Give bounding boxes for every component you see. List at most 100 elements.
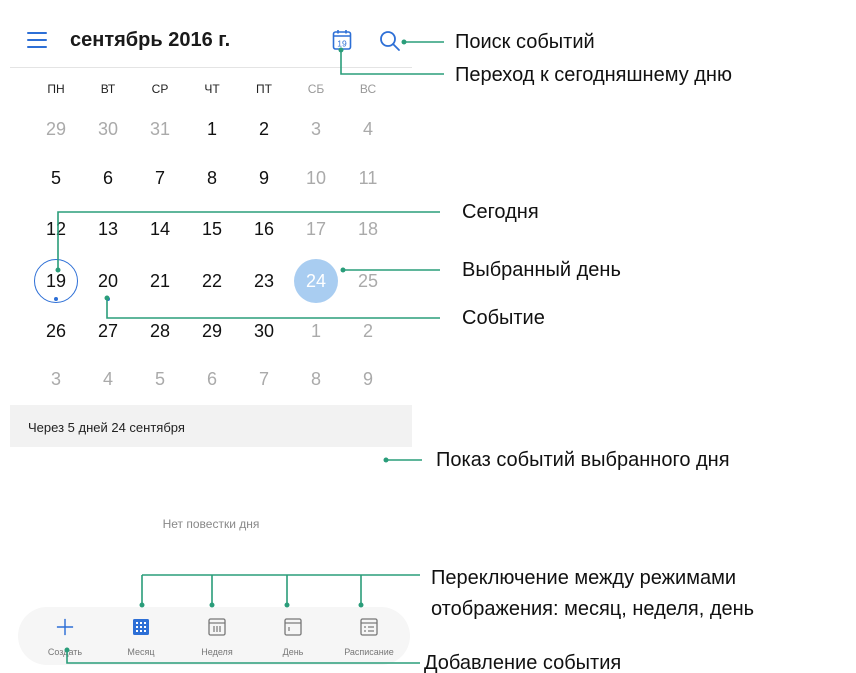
day-cell[interactable]: 30 (82, 103, 134, 155)
schedule-label: Расписание (344, 647, 394, 657)
day-label: День (282, 647, 304, 657)
day-cell[interactable]: 17 (290, 203, 342, 255)
day-number: 2 (258, 119, 269, 139)
day-cell[interactable]: 3 (290, 103, 342, 155)
day-cell[interactable]: 3 (30, 353, 82, 405)
day-cell[interactable]: 26 (30, 305, 82, 357)
day-number: 10 (305, 168, 327, 188)
day-cell[interactable]: 27 (82, 305, 134, 357)
day-cell[interactable]: 22 (186, 255, 238, 307)
callout-go-today: Переход к сегодняшнему дню (455, 64, 732, 86)
day-cell[interactable]: 12 (30, 203, 82, 255)
day-number: 24 (305, 271, 327, 291)
bottom-nav-bar: Создать Месяц Неделя День Расписание (18, 607, 410, 665)
day-cell[interactable]: 29 (30, 103, 82, 155)
day-cell[interactable]: 9 (238, 152, 290, 204)
day-cell[interactable]: 6 (186, 353, 238, 405)
day-cell[interactable]: 5 (30, 152, 82, 204)
month-label: Месяц (127, 647, 155, 657)
day-number: 16 (253, 219, 275, 239)
empty-agenda-text: Нет повестки дня (162, 517, 260, 531)
day-cell[interactable]: 20 (82, 255, 134, 307)
month-view-button[interactable]: Месяц (106, 607, 176, 665)
week-label: Неделя (201, 647, 233, 657)
day-number: 15 (201, 219, 223, 239)
weekday-label: ВТ (100, 82, 116, 96)
weekday-label: ВС (359, 82, 377, 96)
menu-icon[interactable] (27, 32, 47, 48)
day-cell[interactable]: 6 (82, 152, 134, 204)
callout-search: Поиск событий (455, 31, 595, 53)
day-number: 5 (154, 369, 165, 389)
day-number: 3 (50, 369, 61, 389)
day-number: 28 (149, 321, 171, 341)
day-number: 7 (258, 369, 269, 389)
day-cell[interactable]: 28 (134, 305, 186, 357)
day-cell[interactable]: 2 (238, 103, 290, 155)
day-number: 7 (154, 168, 165, 188)
day-cell[interactable]: 15 (186, 203, 238, 255)
weekday-label: СБ (307, 82, 325, 96)
day-number: 25 (357, 271, 379, 291)
day-cell[interactable]: 23 (238, 255, 290, 307)
day-number: 12 (45, 219, 67, 239)
day-number: 1 (310, 321, 321, 341)
plus-icon (56, 618, 74, 636)
day-cell[interactable]: 21 (134, 255, 186, 307)
go-to-today-icon[interactable]: 19 (332, 29, 352, 51)
day-cell[interactable]: 31 (134, 103, 186, 155)
day-number: 29 (45, 119, 67, 139)
callout-today: Сегодня (462, 201, 539, 223)
day-cell[interactable]: 9 (342, 353, 394, 405)
schedule-view-button[interactable]: Расписание (334, 607, 404, 665)
day-number: 13 (97, 219, 119, 239)
day-number: 19 (45, 271, 67, 291)
weekday-label: ПН (47, 82, 65, 96)
day-number: 1 (206, 119, 217, 139)
day-number: 20 (97, 271, 119, 291)
day-number: 8 (206, 168, 217, 188)
day-cell[interactable]: 2 (342, 305, 394, 357)
day-cell[interactable]: 7 (134, 152, 186, 204)
day-number: 21 (149, 271, 171, 291)
day-cell[interactable]: 1 (290, 305, 342, 357)
day-cell[interactable]: 8 (290, 353, 342, 405)
month-title[interactable]: сентябрь 2016 г. (70, 29, 230, 52)
calendar-app: сентябрь 2016 г. 19 ПН ВТ СР ЧТ ПТ СБ ВС 29 30 3… (10, 12, 412, 672)
summary-label: Через 5 дней 24 сентября (28, 420, 185, 435)
day-number: 17 (305, 219, 327, 239)
day-number: 4 (102, 369, 113, 389)
day-view-button[interactable]: День (258, 607, 328, 665)
create-button[interactable]: Создать (30, 607, 100, 665)
day-cell[interactable]: 4 (82, 353, 134, 405)
day-cell[interactable]: 4 (342, 103, 394, 155)
day-cell[interactable]: 29 (186, 305, 238, 357)
day-number: 29 (201, 321, 223, 341)
day-number: 4 (362, 119, 373, 139)
day-number: 18 (357, 219, 379, 239)
day-cell[interactable]: 18 (342, 203, 394, 255)
day-cell[interactable]: 8 (186, 152, 238, 204)
day-cell[interactable]: 10 (290, 152, 342, 204)
callout-switch-modes-line1: Переключение между режимами (431, 567, 737, 589)
day-cell[interactable]: 16 (238, 203, 290, 255)
day-icon (284, 618, 302, 636)
day-cell[interactable]: 25 (342, 255, 394, 307)
day-cell-today[interactable]: 19 (30, 255, 82, 307)
day-number: 14 (149, 219, 171, 239)
day-cell[interactable]: 11 (342, 152, 394, 204)
day-cell[interactable]: 7 (238, 353, 290, 405)
callout-day-events: Показ событий выбранного дня (436, 449, 730, 471)
day-cell[interactable]: 1 (186, 103, 238, 155)
day-cell[interactable]: 5 (134, 353, 186, 405)
weekday-label: ЧТ (204, 82, 220, 96)
search-icon[interactable] (378, 29, 402, 53)
day-cell[interactable]: 13 (82, 203, 134, 255)
day-cell-selected[interactable]: 24 (290, 255, 342, 307)
day-number: 9 (362, 369, 373, 389)
event-dot (106, 297, 110, 301)
day-number: 6 (102, 168, 113, 188)
week-view-button[interactable]: Неделя (182, 607, 252, 665)
day-cell[interactable]: 30 (238, 305, 290, 357)
day-cell[interactable]: 14 (134, 203, 186, 255)
